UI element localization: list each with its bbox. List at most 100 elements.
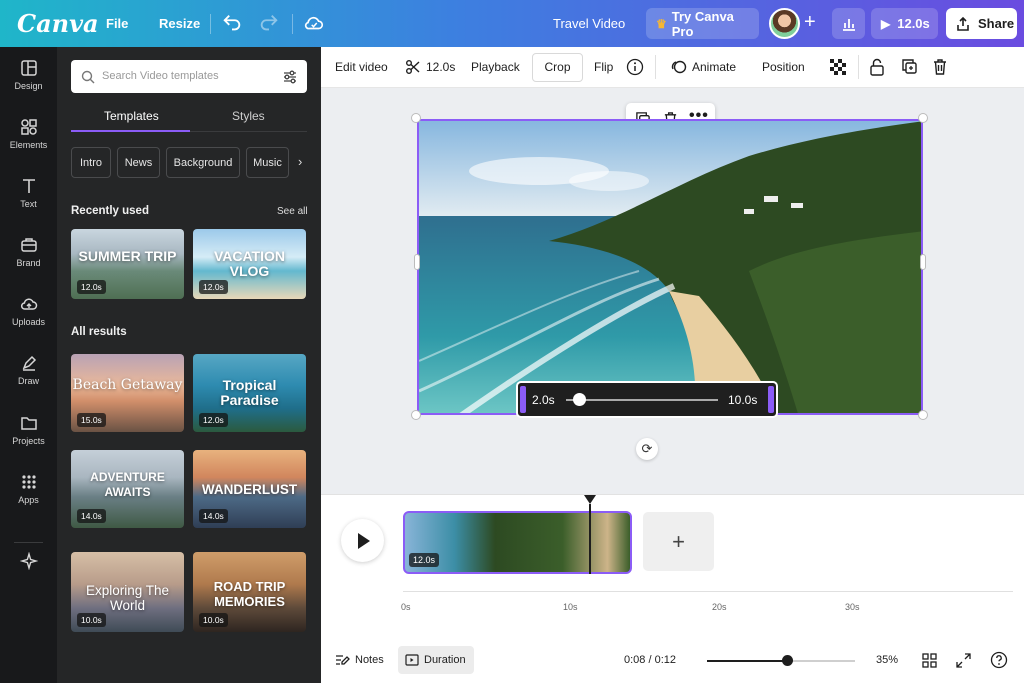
edit-video-button[interactable]: Edit video [335,60,388,74]
lock-icon[interactable] [869,58,885,76]
flip-button[interactable]: Flip [594,60,613,74]
resize-handle[interactable] [411,410,421,420]
trim-start-handle[interactable] [520,386,526,413]
time-readout: 0:08 / 0:12 [624,654,676,666]
grid-view-icon[interactable] [922,653,937,668]
chip-intro[interactable]: Intro [71,147,111,178]
resize-handle[interactable] [411,113,421,123]
rotate-icon[interactable]: ⟳ [636,438,658,460]
rail-draw[interactable]: Draw [0,354,57,404]
chip-news[interactable]: News [117,147,160,178]
playback-button[interactable]: Playback [471,60,520,74]
insights-button[interactable] [832,8,865,39]
play-icon: ▶ [881,16,891,31]
playhead-line [589,504,591,574]
duplicate-icon[interactable] [901,58,918,75]
resize-handle[interactable] [918,113,928,123]
duration-icon [405,654,419,666]
template-thumb[interactable]: SUMMER TRIP 12.0s [71,229,184,299]
resize-handle[interactable] [918,410,928,420]
see-all-link[interactable]: See all [277,206,308,217]
tick-label: 30s [845,602,860,612]
search-icon [81,70,95,84]
video-clip[interactable]: 12.0s [403,511,632,574]
trim-end-handle[interactable] [768,386,774,413]
redo-icon[interactable] [258,12,280,34]
play-icon [358,533,370,549]
notes-icon[interactable] [335,653,350,667]
magic-sparkle-icon[interactable] [20,552,38,570]
tab-styles[interactable]: Styles [232,109,265,123]
apps-grid-icon [21,475,36,489]
crown-icon: ♛ [656,16,667,31]
cloud-sync-icon[interactable] [303,12,325,34]
undo-icon[interactable] [221,12,243,34]
resize-button[interactable]: Resize [159,16,200,31]
canva-logo[interactable]: Canva [17,9,99,38]
divider [14,542,43,543]
bar-chart-icon [842,18,855,31]
template-thumb[interactable]: WANDERLUST 14.0s [193,450,306,528]
video-frame[interactable] [417,119,923,415]
trim-slider[interactable]: 2.0s 10.0s [516,381,778,418]
template-thumb[interactable]: VACATION VLOG 12.0s [193,229,306,299]
add-clip-button[interactable]: + [643,512,714,571]
resize-handle[interactable] [414,254,420,270]
trim-duration[interactable]: 12.0s [426,60,455,74]
trim-knob[interactable] [573,393,586,406]
upload-share-icon [957,16,969,31]
scissors-icon[interactable] [405,59,421,75]
search-input[interactable]: Search Video templates [71,60,307,93]
template-thumb[interactable]: ADVENTURE AWAITS 14.0s [71,450,184,528]
trim-track [566,399,718,401]
text-icon [22,179,35,193]
chevron-right-icon[interactable]: › [298,154,302,169]
shapes-icon [20,119,37,135]
clip-duration: 12.0s [409,553,440,567]
template-thumb[interactable]: ROAD TRIP MEMORIES 10.0s [193,552,306,632]
position-button[interactable]: Position [762,60,805,74]
zoom-slider-fill [707,660,787,662]
timeline-play-button[interactable] [341,519,384,562]
template-thumb[interactable]: Beach Getaway 15.0s [71,354,184,432]
design-title[interactable]: Travel Video [553,16,625,31]
rail-uploads[interactable]: Uploads [0,295,57,345]
tab-templates[interactable]: Templates [104,109,159,123]
chip-background[interactable]: Background [166,147,240,178]
rail-design[interactable]: Design [0,59,57,109]
timeline-panel: 12.0s + 0s 10s 20s 30s Notes Duration 0:… [321,494,1024,683]
fullscreen-icon[interactable] [956,653,971,668]
help-icon[interactable] [990,651,1008,669]
rail-elements[interactable]: Elements [0,118,57,168]
notes-button[interactable]: Notes [355,654,384,666]
playhead-marker[interactable] [584,495,596,504]
rail-projects[interactable]: Projects [0,414,57,464]
try-pro-button[interactable]: ♛ Try Canva Pro [646,8,759,39]
trim-start-label: 2.0s [532,393,555,407]
canvas-area: ••• 2.0s 10.0s ⟳ [321,88,1024,494]
chip-music[interactable]: Music [246,147,289,178]
info-icon[interactable] [626,58,644,76]
resize-handle[interactable] [920,254,926,270]
crop-button[interactable]: Crop [532,53,583,82]
trash-icon[interactable] [932,58,948,75]
share-button[interactable]: Share [946,8,1017,39]
duration-button[interactable]: Duration [398,646,474,674]
add-collaborator-icon[interactable]: + [804,12,820,32]
avatar[interactable] [769,8,800,39]
play-button[interactable]: ▶ 12.0s [871,8,938,39]
rail-apps[interactable]: Apps [0,473,57,523]
templates-panel: Search Video templates Templates Styles … [57,47,321,683]
rail-text[interactable]: Text [0,177,57,227]
zoom-percent: 35% [876,654,899,666]
animate-button[interactable]: Animate [692,60,736,74]
template-thumb[interactable]: Exploring The World 10.0s [71,552,184,632]
transparency-icon[interactable] [830,59,846,75]
zoom-slider[interactable] [707,655,855,666]
filter-icon[interactable] [282,69,298,85]
animate-icon[interactable] [671,59,687,75]
rail-brand[interactable]: Brand [0,236,57,286]
zoom-knob[interactable] [781,655,793,666]
file-menu[interactable]: File [106,16,128,31]
template-thumb[interactable]: Tropical Paradise 12.0s [193,354,306,432]
